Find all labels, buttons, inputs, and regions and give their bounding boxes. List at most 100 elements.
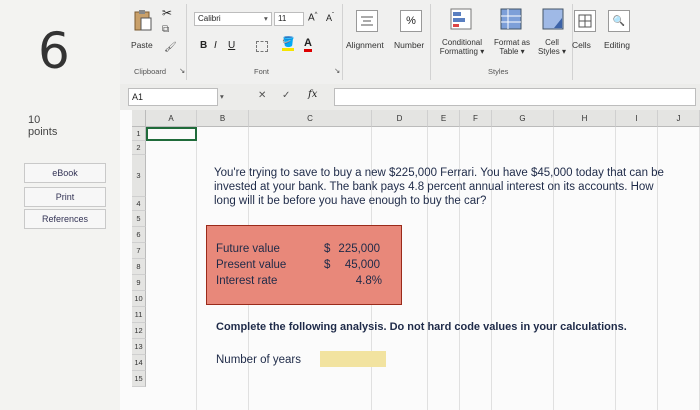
- format-table-label-1: Format as: [493, 38, 530, 47]
- column-header-h[interactable]: H: [554, 110, 616, 127]
- column-header-g[interactable]: G: [492, 110, 554, 127]
- problem-line: You're trying to save to buy a new $225,…: [214, 167, 664, 179]
- underline-button[interactable]: U: [228, 40, 235, 51]
- copy-icon[interactable]: ⧉: [162, 24, 169, 35]
- row-header-2[interactable]: 2: [132, 141, 146, 155]
- row-header-5[interactable]: 5: [132, 211, 146, 227]
- cells-button[interactable]: [574, 10, 596, 32]
- row-header-8[interactable]: 8: [132, 259, 146, 275]
- sidebar-item-label: References: [41, 214, 89, 224]
- fill-color-icon[interactable]: 🪣: [282, 38, 295, 51]
- paste-label: Paste: [131, 40, 153, 50]
- row-header-3[interactable]: 3: [132, 155, 146, 197]
- ribbon-divider: [186, 4, 187, 80]
- row-header-9[interactable]: 9: [132, 275, 146, 291]
- format-table-label-2: Table: [499, 47, 519, 56]
- points-label: points: [28, 126, 58, 138]
- clipboard-group-label: Clipboard: [134, 67, 167, 76]
- clipboard-icon: [134, 10, 152, 31]
- row-header-1[interactable]: 1: [132, 127, 146, 141]
- enter-icon[interactable]: ✓: [282, 90, 290, 101]
- column-header-c[interactable]: C: [249, 110, 372, 127]
- ribbon: Paste ✂ ⧉ 🖌 Clipboard ↘ Calibri ▾ 11 A^ …: [120, 0, 700, 85]
- problem-line: invested at your bank. The bank pays 4.8…: [214, 181, 654, 193]
- ribbon-divider: [342, 4, 343, 80]
- sidebar-item-references[interactable]: References: [24, 209, 106, 229]
- decrease-font-icon[interactable]: Aˇ: [326, 13, 334, 23]
- alignment-label: Alignment: [346, 40, 384, 50]
- format-painter-icon[interactable]: 🖌: [164, 42, 177, 53]
- font-color-icon[interactable]: A: [304, 38, 312, 52]
- column-header-i[interactable]: I: [616, 110, 658, 127]
- select-all-corner[interactable]: [132, 110, 146, 127]
- problem-text: You're trying to save to buy a new $225,…: [214, 166, 664, 208]
- insert-function-icon[interactable]: fx: [308, 89, 317, 100]
- format-as-table-button[interactable]: Format as Table ▾: [488, 38, 536, 56]
- column-header-d[interactable]: D: [372, 110, 428, 127]
- borders-icon[interactable]: [256, 41, 268, 52]
- cells-icon: [578, 14, 592, 28]
- conditional-formatting-button[interactable]: Conditional Formatting ▾: [438, 38, 486, 56]
- cell-styles-button[interactable]: Cell Styles ▾: [532, 38, 572, 56]
- cell-styles-icon[interactable]: [542, 8, 564, 30]
- number-of-years-label: Number of years: [216, 354, 302, 366]
- row-header-14[interactable]: 14: [132, 355, 146, 371]
- styles-group-label: Styles: [488, 67, 509, 76]
- row-header-6[interactable]: 6: [132, 227, 146, 243]
- row-header-12[interactable]: 12: [132, 323, 146, 339]
- row-header-13[interactable]: 13: [132, 339, 146, 355]
- row-header-7[interactable]: 7: [132, 243, 146, 259]
- chevron-down-icon[interactable]: ▾: [220, 92, 224, 101]
- alignment-button[interactable]: [356, 10, 378, 32]
- row-header-15[interactable]: 15: [132, 371, 146, 387]
- conditional-label-2: Formatting: [439, 47, 478, 56]
- row-header-10[interactable]: 10: [132, 291, 146, 307]
- sidebar-item-print[interactable]: Print: [24, 187, 106, 207]
- increase-font-icon[interactable]: A^: [308, 12, 318, 23]
- row-header-11[interactable]: 11: [132, 307, 146, 323]
- name-box[interactable]: A1: [128, 88, 218, 106]
- align-lines-icon: [361, 16, 373, 26]
- font-size-select[interactable]: 11: [274, 12, 304, 26]
- column-header-b[interactable]: B: [197, 110, 249, 127]
- present-value-label: Present value: [216, 259, 287, 271]
- column-header-a[interactable]: A: [146, 110, 197, 127]
- formula-input[interactable]: [334, 88, 696, 106]
- present-value-cell[interactable]: 45,000: [336, 259, 380, 271]
- name-box-value: A1: [132, 92, 144, 102]
- binoculars-icon: 🔍: [612, 15, 626, 27]
- instruction-text: Complete the following analysis. Do not …: [216, 321, 627, 333]
- number-format-button[interactable]: %: [400, 10, 422, 32]
- paste-button[interactable]: [132, 8, 154, 32]
- interest-rate-cell[interactable]: 4.8%: [336, 275, 382, 287]
- italic-button[interactable]: I: [214, 40, 217, 51]
- cut-icon[interactable]: ✂: [162, 6, 172, 20]
- bold-button[interactable]: B: [200, 40, 207, 51]
- font-name-value: Calibri: [198, 14, 221, 23]
- cell-styles-label-2: Styles: [537, 47, 560, 56]
- column-header-f[interactable]: F: [460, 110, 492, 127]
- conditional-label-1: Conditional: [441, 38, 483, 47]
- font-launcher-icon[interactable]: ↘: [334, 66, 340, 75]
- column-header-e[interactable]: E: [428, 110, 460, 127]
- sidebar-item-label: eBook: [52, 168, 78, 178]
- ribbon-divider: [430, 4, 431, 80]
- clipboard-launcher-icon[interactable]: ↘: [179, 66, 185, 75]
- chevron-down-icon[interactable]: ▾: [264, 14, 268, 23]
- font-name-select[interactable]: Calibri: [194, 12, 272, 26]
- column-header-j[interactable]: J: [658, 110, 700, 127]
- question-panel: 6 10 points eBook Print References: [0, 0, 120, 410]
- selected-cell[interactable]: [146, 127, 197, 141]
- format-as-table-icon[interactable]: [500, 8, 522, 30]
- number-of-years-cell[interactable]: [320, 351, 386, 367]
- row-header-4[interactable]: 4: [132, 197, 146, 211]
- present-value-currency: $: [324, 259, 331, 271]
- conditional-formatting-icon[interactable]: [450, 8, 472, 30]
- future-value-cell[interactable]: 225,000: [336, 243, 380, 255]
- font-group-label: Font: [254, 67, 270, 76]
- font-size-value: 11: [278, 14, 287, 23]
- editing-button[interactable]: 🔍: [608, 10, 630, 32]
- cancel-icon[interactable]: ✕: [258, 90, 266, 101]
- sidebar-item-ebook[interactable]: eBook: [24, 163, 106, 183]
- problem-line: long will it be before you have enough t…: [214, 195, 487, 207]
